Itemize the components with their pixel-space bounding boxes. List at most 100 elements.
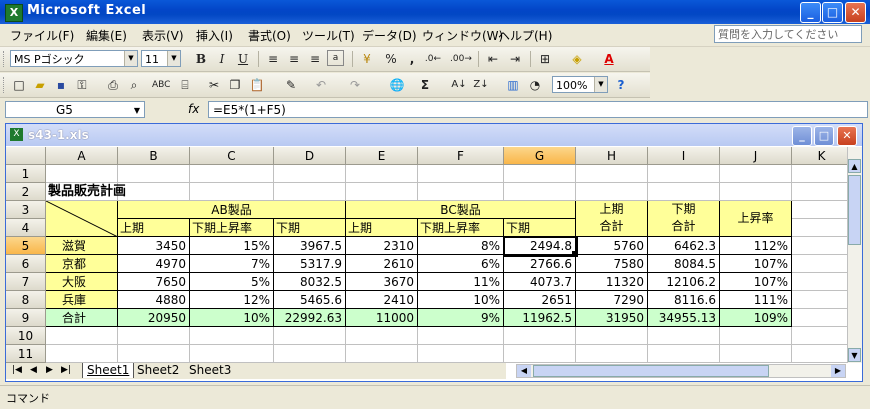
data-cell[interactable]: 2310 bbox=[346, 237, 418, 255]
undo-icon[interactable]: ↶ bbox=[312, 76, 330, 94]
empty-cell[interactable] bbox=[792, 273, 847, 291]
column-header[interactable]: J bbox=[720, 147, 792, 165]
align-right-icon[interactable]: ≡ bbox=[306, 50, 324, 68]
research-icon[interactable]: ⌸ bbox=[176, 76, 194, 94]
column-header[interactable]: H bbox=[576, 147, 648, 165]
empty-cell[interactable] bbox=[346, 165, 418, 183]
redo-icon[interactable]: ↷ bbox=[346, 76, 364, 94]
empty-cell[interactable] bbox=[46, 327, 118, 345]
menu-tools[interactable]: ツール(T) bbox=[302, 27, 355, 44]
ask-question-input[interactable]: 質問を入力してください bbox=[714, 25, 862, 43]
column-header[interactable]: D bbox=[274, 147, 346, 165]
empty-cell[interactable] bbox=[504, 165, 576, 183]
empty-cell[interactable] bbox=[648, 165, 720, 183]
data-cell[interactable]: 2766.6 bbox=[504, 255, 576, 273]
empty-cell[interactable] bbox=[504, 327, 576, 345]
empty-cell[interactable] bbox=[418, 345, 504, 363]
horizontal-scrollbar[interactable]: ◀ ▶ bbox=[516, 364, 846, 378]
empty-cell[interactable] bbox=[792, 309, 847, 327]
scroll-right-icon[interactable]: ▶ bbox=[831, 365, 845, 377]
row-header[interactable]: 11 bbox=[6, 345, 46, 363]
next-sheet-icon[interactable]: ▶ bbox=[46, 363, 53, 378]
data-cell[interactable]: 111% bbox=[720, 291, 792, 309]
empty-cell[interactable] bbox=[118, 345, 190, 363]
row-label-cell[interactable]: 京都 bbox=[46, 255, 118, 273]
data-cell[interactable]: 12% bbox=[190, 291, 274, 309]
workbook-close-button[interactable]: ✕ bbox=[837, 126, 857, 146]
empty-cell[interactable] bbox=[792, 327, 847, 345]
data-cell[interactable]: 3450 bbox=[118, 237, 190, 255]
autosum-icon[interactable]: Σ bbox=[416, 76, 434, 94]
empty-cell[interactable] bbox=[648, 327, 720, 345]
zoom-select[interactable]: 100% ▼ bbox=[552, 76, 608, 93]
tab-sheet1[interactable]: Sheet1 bbox=[82, 363, 135, 378]
corner-diagonal-cell[interactable] bbox=[46, 201, 118, 237]
data-cell[interactable]: 107% bbox=[720, 273, 792, 291]
empty-cell[interactable] bbox=[274, 183, 346, 201]
empty-cell[interactable] bbox=[118, 327, 190, 345]
scroll-down-icon[interactable]: ▼ bbox=[848, 348, 861, 362]
column-header[interactable]: A bbox=[46, 147, 118, 165]
first-sheet-icon[interactable]: |◀ bbox=[12, 363, 22, 378]
data-cell[interactable]: 6462.3 bbox=[648, 237, 720, 255]
scroll-left-icon[interactable]: ◀ bbox=[517, 365, 531, 377]
workbook-restore-button[interactable]: □ bbox=[814, 126, 834, 146]
data-cell[interactable]: 7580 bbox=[576, 255, 648, 273]
print-icon[interactable]: ⎙ bbox=[104, 76, 122, 94]
last-sheet-icon[interactable]: ▶| bbox=[61, 363, 71, 378]
empty-cell[interactable] bbox=[576, 345, 648, 363]
empty-cell[interactable] bbox=[648, 345, 720, 363]
data-cell[interactable]: 7% bbox=[190, 255, 274, 273]
data-cell[interactable]: 5760 bbox=[576, 237, 648, 255]
new-file-icon[interactable]: □ bbox=[10, 76, 28, 94]
column-header[interactable]: C bbox=[190, 147, 274, 165]
empty-cell[interactable] bbox=[190, 327, 274, 345]
data-cell[interactable]: 109% bbox=[720, 309, 792, 327]
scroll-thumb[interactable] bbox=[848, 175, 861, 245]
sheet-title[interactable]: 製品販売計画 bbox=[46, 183, 190, 201]
empty-cell[interactable] bbox=[418, 165, 504, 183]
empty-cell[interactable] bbox=[346, 183, 418, 201]
merge-center-icon[interactable]: a bbox=[327, 50, 344, 66]
empty-cell[interactable] bbox=[576, 165, 648, 183]
fill-color-icon[interactable]: ◈ bbox=[568, 50, 586, 68]
format-painter-icon[interactable]: ✎ bbox=[282, 76, 300, 94]
data-cell[interactable]: 4073.7 bbox=[504, 273, 576, 291]
cut-icon[interactable]: ✂ bbox=[205, 76, 223, 94]
empty-cell[interactable] bbox=[576, 183, 648, 201]
rise-rate-header[interactable]: 上昇率 bbox=[720, 201, 792, 237]
data-cell[interactable]: 2494.8 bbox=[504, 237, 576, 255]
tab-sheet3[interactable]: Sheet3 bbox=[186, 363, 234, 378]
minimize-button[interactable]: _ bbox=[800, 2, 821, 23]
row-label-cell[interactable]: 大阪 bbox=[46, 273, 118, 291]
menu-format[interactable]: 書式(O) bbox=[248, 27, 291, 44]
data-cell[interactable]: 107% bbox=[720, 255, 792, 273]
empty-cell[interactable] bbox=[46, 345, 118, 363]
permission-icon[interactable]: ⚿ bbox=[73, 76, 91, 94]
column-header[interactable]: E bbox=[346, 147, 418, 165]
data-cell[interactable]: 8032.5 bbox=[274, 273, 346, 291]
sub-header[interactable]: 上期 bbox=[118, 219, 190, 237]
column-header[interactable]: G bbox=[504, 147, 576, 165]
empty-cell[interactable] bbox=[504, 183, 576, 201]
align-left-icon[interactable]: ≡ bbox=[264, 50, 282, 68]
tab-sheet2[interactable]: Sheet2 bbox=[134, 363, 182, 378]
close-button[interactable]: ✕ bbox=[845, 2, 866, 23]
bold-icon[interactable]: B bbox=[192, 50, 210, 68]
empty-cell[interactable] bbox=[720, 345, 792, 363]
borders-icon[interactable]: ⊞ bbox=[536, 50, 554, 68]
vertical-scrollbar[interactable]: ▲ ▼ bbox=[847, 147, 862, 363]
toolbar-grip[interactable] bbox=[3, 51, 7, 67]
data-cell[interactable]: 12106.2 bbox=[648, 273, 720, 291]
menu-edit[interactable]: 編集(E) bbox=[86, 27, 127, 44]
chart-wizard-icon[interactable]: ▥ bbox=[504, 76, 522, 94]
empty-cell[interactable] bbox=[274, 345, 346, 363]
data-cell[interactable]: 8084.5 bbox=[648, 255, 720, 273]
row-header[interactable]: 8 bbox=[6, 291, 46, 309]
sub-header[interactable]: 下期上昇率 bbox=[190, 219, 274, 237]
data-cell[interactable]: 5465.6 bbox=[274, 291, 346, 309]
font-size-select[interactable]: 11 ▼ bbox=[141, 50, 181, 67]
font-color-icon[interactable]: A bbox=[600, 50, 618, 68]
paste-icon[interactable]: 📋 bbox=[248, 76, 266, 94]
data-cell[interactable]: 4880 bbox=[118, 291, 190, 309]
